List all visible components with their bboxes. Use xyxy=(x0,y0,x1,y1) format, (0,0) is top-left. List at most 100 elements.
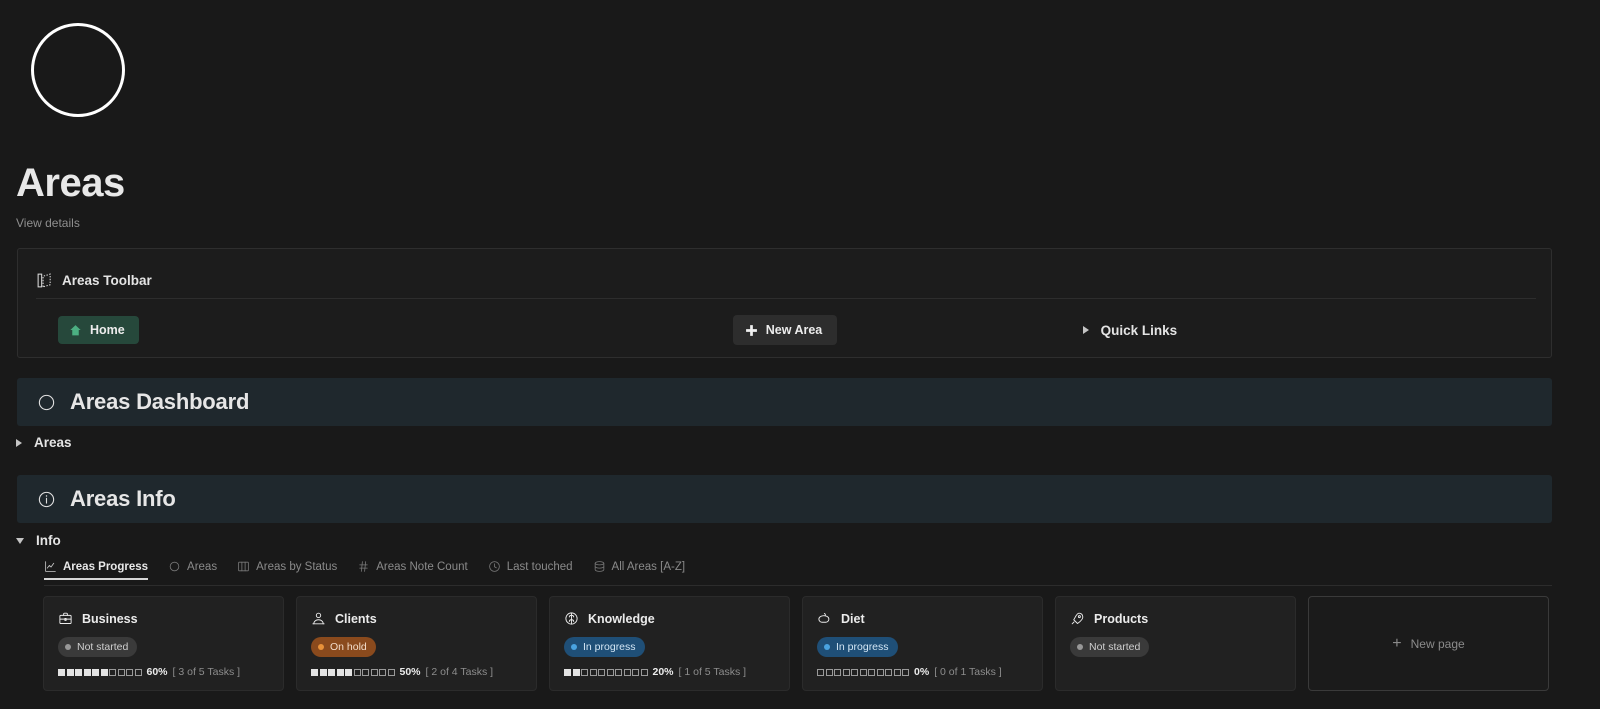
clock-icon xyxy=(488,560,501,573)
progress-row: 50% [ 2 of 4 Tasks ] xyxy=(311,666,524,678)
page-title-block: Areas View details xyxy=(16,160,1576,230)
card-title: Diet xyxy=(841,611,865,626)
board-icon xyxy=(237,560,250,573)
area-card[interactable]: Clients On hold 50% [ 2 of 4 Tasks ] xyxy=(296,596,537,691)
tab-areas[interactable]: Areas xyxy=(168,560,217,580)
brain-icon xyxy=(564,611,579,626)
status-dot-icon xyxy=(824,644,830,651)
person-icon xyxy=(311,611,326,626)
progress-squares xyxy=(817,668,909,676)
quick-links-label: Quick Links xyxy=(1100,322,1178,338)
status-label: On hold xyxy=(330,641,367,653)
card-header: Knowledge xyxy=(564,611,777,626)
hash-icon xyxy=(357,560,370,573)
status-dot-icon xyxy=(65,644,71,651)
area-card[interactable]: Products Not started xyxy=(1055,596,1296,691)
areas-dashboard-title: Areas Dashboard xyxy=(70,389,250,414)
card-header: Products xyxy=(1070,611,1283,626)
toolbar-column-home: Home xyxy=(18,316,529,344)
areas-toolbar-card: Areas Toolbar Home New Area Quick Links xyxy=(17,248,1552,358)
card-title: Clients xyxy=(335,611,377,626)
view-details-link[interactable]: View details xyxy=(16,216,1576,230)
status-dot-icon xyxy=(571,644,577,651)
tab-areas-progress[interactable]: Areas Progress xyxy=(44,560,148,580)
home-button[interactable]: Home xyxy=(58,316,139,344)
tab-last-touched[interactable]: Last touched xyxy=(488,560,573,580)
toolbar-column-quicklinks: Quick Links xyxy=(1041,323,1551,338)
view-tabbar: Areas Progress Areas Areas by Status Areas … xyxy=(44,560,1552,586)
briefcase-icon xyxy=(58,611,73,626)
progress-squares xyxy=(58,668,142,676)
card-title: Products xyxy=(1094,611,1149,626)
new-page-label: New page xyxy=(1410,636,1465,651)
areas-info-callout[interactable]: Areas Info xyxy=(17,475,1552,523)
tab-label: All Areas [A-Z] xyxy=(611,560,686,573)
info-toggle[interactable]: Info xyxy=(16,533,61,548)
status-dot-icon xyxy=(318,644,324,651)
areas-dashboard-callout[interactable]: Areas Dashboard xyxy=(17,378,1552,426)
card-title: Knowledge xyxy=(588,611,655,626)
status-badge: On hold xyxy=(311,637,376,658)
rocket-icon xyxy=(1070,611,1085,626)
tab-label: Last touched xyxy=(506,560,573,573)
card-header: Clients xyxy=(311,611,524,626)
progress-percent: 60% xyxy=(146,666,168,679)
card-header: Diet xyxy=(817,611,1030,626)
progress-squares xyxy=(564,668,648,676)
triangle-right-icon xyxy=(1082,326,1089,334)
progress-squares xyxy=(311,668,395,676)
card-title: Business xyxy=(82,611,138,626)
area-card[interactable]: Knowledge In progress 20% [ 1 of 5 Tasks ] xyxy=(549,596,790,691)
card-header: Business xyxy=(58,611,271,626)
progress-row: 20% [ 1 of 5 Tasks ] xyxy=(564,666,777,678)
progress-percent: 20% xyxy=(652,666,674,679)
area-card[interactable]: Diet In progress 0% [ 0 of 1 Tasks ] xyxy=(802,596,1043,691)
progress-tasks: [ 2 of 4 Tasks ] xyxy=(425,666,494,679)
status-badge: In progress xyxy=(564,637,645,658)
progress-tasks: [ 3 of 5 Tasks ] xyxy=(172,666,241,679)
tab-label: Areas xyxy=(187,560,218,573)
quick-links-toggle[interactable]: Quick Links xyxy=(1082,322,1178,338)
tab-areas-by-status[interactable]: Areas by Status xyxy=(237,560,337,580)
tab-label: Areas Progress xyxy=(63,560,149,573)
status-label: In progress xyxy=(583,641,636,653)
circle-outline-icon[interactable] xyxy=(31,23,125,117)
home-icon xyxy=(69,324,82,337)
status-badge: Not started xyxy=(58,637,138,658)
areas-toggle[interactable]: Areas xyxy=(16,435,72,450)
banner-flag-icon xyxy=(36,272,53,289)
toolbar-header: Areas Toolbar xyxy=(18,249,1551,295)
database-icon xyxy=(593,560,606,573)
new-area-button[interactable]: New Area xyxy=(732,315,838,345)
status-badge: In progress xyxy=(817,637,898,658)
progress-tasks: [ 0 of 1 Tasks ] xyxy=(934,666,1002,679)
circle-icon xyxy=(168,560,181,573)
home-button-label: Home xyxy=(90,323,125,337)
circle-icon xyxy=(37,393,56,412)
chart-line-icon xyxy=(44,560,57,573)
progress-row: 0% [ 0 of 1 Tasks ] xyxy=(817,666,1030,678)
tab-areas-note-count[interactable]: Areas Note Count xyxy=(357,560,468,580)
toolbar-column-newarea: New Area xyxy=(529,315,1040,345)
new-page-card[interactable]: + New page xyxy=(1308,596,1549,691)
page-title: Areas xyxy=(16,161,125,205)
status-badge: Not started xyxy=(1070,637,1150,658)
progress-row: 60% [ 3 of 5 Tasks ] xyxy=(58,666,271,678)
area-card[interactable]: Business Not started 60% [ 3 of 5 Tasks ] xyxy=(43,596,284,691)
tab-all-areas-a-z[interactable]: All Areas [A-Z] xyxy=(593,560,686,580)
tab-label: Areas by Status xyxy=(256,560,338,573)
food-icon xyxy=(817,611,832,626)
toolbar-title: Areas Toolbar xyxy=(62,272,152,288)
progress-percent: 0% xyxy=(914,666,930,679)
areas-toggle-label: Areas xyxy=(34,435,72,450)
progress-percent: 50% xyxy=(399,666,421,679)
triangle-down-icon xyxy=(16,537,24,544)
plus-icon: + xyxy=(1392,634,1402,652)
toolbar-divider xyxy=(36,298,1536,299)
info-circle-icon xyxy=(37,490,56,509)
tab-label: Areas Note Count xyxy=(376,560,468,573)
status-label: Not started xyxy=(77,641,129,653)
info-toggle-label: Info xyxy=(36,533,61,548)
plus-icon xyxy=(745,324,758,337)
areas-info-title: Areas Info xyxy=(70,486,176,511)
